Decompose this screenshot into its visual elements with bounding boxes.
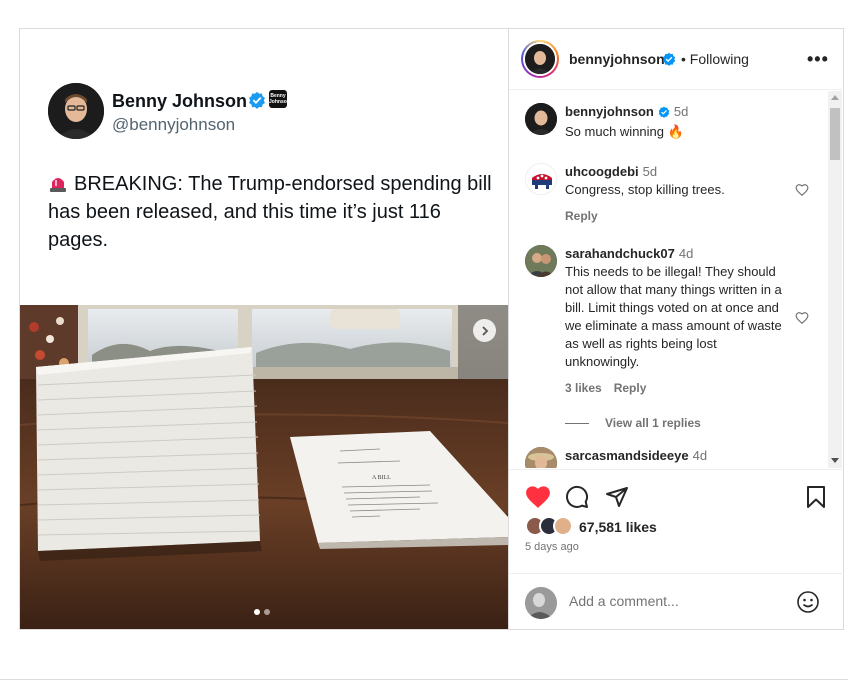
following-button[interactable]: • Following	[681, 51, 749, 67]
verified-icon	[658, 105, 670, 123]
reply-line-divider	[565, 422, 589, 424]
carousel-dot-active	[254, 609, 260, 615]
comment-like-heart-icon[interactable]	[795, 183, 809, 202]
chevron-right-icon	[481, 325, 488, 336]
likes-count[interactable]: 67,581 likes	[579, 519, 657, 535]
post-header: bennyjohnson • Following •••	[509, 29, 844, 90]
comment-like-heart-icon[interactable]	[795, 311, 809, 330]
avatar	[525, 44, 555, 74]
liker-avatar	[553, 516, 573, 536]
tweet-text: BREAKING: The Trump-endorsed spending bi…	[48, 170, 493, 254]
post-sidebar: bennyjohnson • Following ••• bennyjohnso…	[508, 29, 844, 629]
tweet-card: Benny Johnson Benny Johnson @bennyjohnso…	[20, 29, 508, 305]
small-doc-heading: A BILL	[372, 475, 391, 481]
current-user-avatar	[525, 587, 557, 619]
siren-emoji-icon	[48, 173, 68, 193]
tweet-body: BREAKING: The Trump-endorsed spending bi…	[48, 173, 492, 251]
tweet-avatar	[48, 83, 104, 139]
comment-time[interactable]: 4d	[679, 246, 693, 261]
affiliate-badge-icon: Benny Johnson	[269, 90, 290, 108]
page-divider	[0, 679, 848, 680]
verified-icon	[248, 91, 266, 114]
avatar[interactable]	[525, 103, 557, 135]
add-comment-input[interactable]	[569, 593, 769, 609]
comment-text: Congress, stop killing trees.	[565, 182, 725, 197]
more-options-icon[interactable]: •••	[807, 49, 829, 70]
comment-username[interactable]: sarcasmandsideeye	[565, 448, 689, 463]
tweet-handle: @bennyjohnson	[112, 115, 236, 134]
comment-bubble-icon[interactable]	[565, 485, 589, 514]
share-paper-plane-icon[interactable]	[605, 485, 629, 514]
story-ring-avatar[interactable]	[521, 40, 559, 78]
post-timestamp[interactable]: 5 days ago	[525, 541, 579, 553]
reply-button[interactable]: Reply	[565, 209, 598, 223]
comment-time[interactable]: 5d	[643, 164, 657, 179]
comment-username[interactable]: uhcoogdebi	[565, 164, 639, 179]
next-slide-button[interactable]	[473, 319, 496, 342]
view-replies-button[interactable]: View all 1 replies	[565, 416, 701, 430]
add-comment-bar	[509, 573, 844, 629]
post-media: Benny Johnson Benny Johnson @bennyjohnso…	[20, 29, 508, 629]
bill-pages-photo: A BILL	[20, 305, 508, 629]
comment-text: So much winning 🔥	[565, 124, 684, 139]
verified-icon	[662, 52, 676, 71]
header-username[interactable]: bennyjohnson	[569, 51, 665, 67]
scrollbar-thumb[interactable]	[830, 108, 840, 160]
carousel-indicator	[254, 609, 270, 615]
tweet-author-name: Benny Johnson	[112, 91, 248, 111]
reply-button[interactable]: Reply	[614, 381, 647, 395]
avatar[interactable]	[525, 163, 557, 195]
save-bookmark-icon[interactable]	[806, 485, 826, 514]
comments-scrollbar[interactable]	[828, 91, 842, 468]
comment-time[interactable]: 5d	[674, 104, 688, 119]
instagram-post: Benny Johnson Benny Johnson @bennyjohnso…	[19, 28, 844, 630]
scroll-down-arrow-icon[interactable]	[831, 458, 839, 463]
comment-time[interactable]: 4d	[693, 448, 707, 463]
emoji-picker-icon[interactable]	[796, 590, 820, 619]
scroll-up-arrow-icon[interactable]	[831, 95, 839, 100]
avatar[interactable]	[525, 245, 557, 277]
comment-text: This needs to be illegal! They should no…	[565, 264, 782, 369]
comment-username[interactable]: sarahandchuck07	[565, 246, 675, 261]
comments-list: bennyjohnson 5d So much winning 🔥 uhcoogd…	[509, 91, 829, 468]
like-heart-icon[interactable]	[525, 485, 551, 514]
comment-username[interactable]: bennyjohnson	[565, 104, 654, 119]
carousel-dot	[264, 609, 270, 615]
avatar[interactable]	[525, 447, 557, 468]
comment-likes-count[interactable]: 3 likes	[565, 381, 602, 395]
